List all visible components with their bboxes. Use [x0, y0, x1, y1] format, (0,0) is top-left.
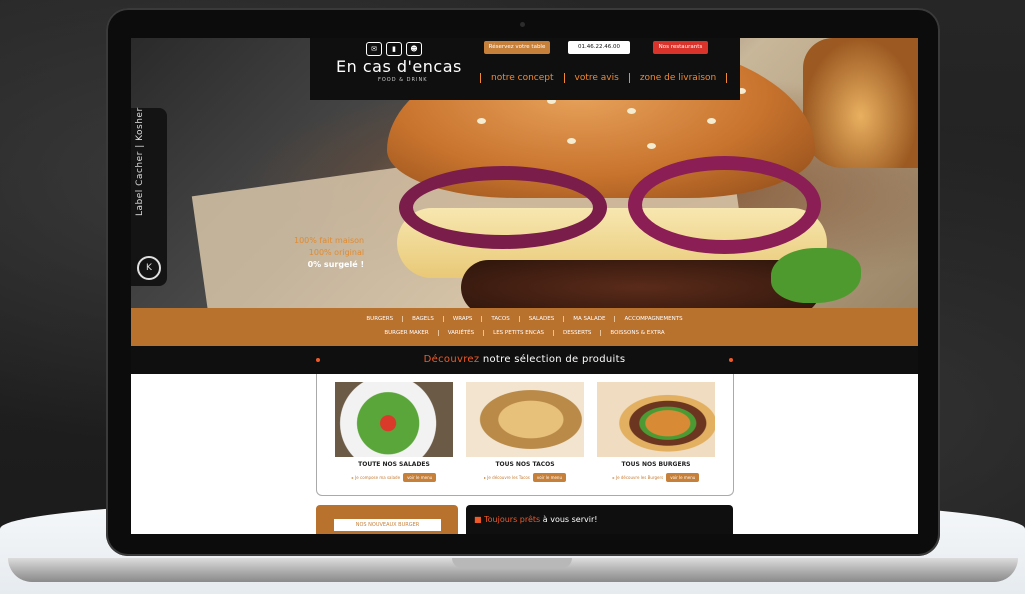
category-item[interactable]: BURGERS	[357, 316, 404, 322]
nav-zone[interactable]: zone de livraison	[628, 73, 728, 83]
product-link[interactable]: ▸ Je découvre les Burgers	[613, 475, 664, 480]
category-item[interactable]: ACCOMPAGNEMENTS	[615, 316, 691, 322]
category-item[interactable]: BAGELS	[403, 316, 444, 322]
bullet-icon	[729, 358, 733, 362]
hero-lettuce	[771, 248, 861, 303]
selection-title-accent: Découvrez	[423, 354, 480, 365]
kosher-badge-icon: K	[137, 256, 161, 280]
category-item[interactable]: SALADES	[520, 316, 565, 322]
product-caption: TOUS NOS TACOS	[495, 461, 555, 468]
category-item[interactable]: BOISSONS & EXTRA	[601, 330, 673, 336]
menu-button[interactable]: voir le menu	[403, 473, 437, 482]
menu-button[interactable]: voir le menu	[666, 473, 700, 482]
ready-to-serve-title: ■ Toujours prêts à vous servir!	[474, 515, 597, 524]
product-card-burgers[interactable]: TOUS NOS BURGERS ▸ Je découvre les Burge…	[597, 382, 715, 482]
hero-onion	[399, 166, 607, 249]
selection-title-rest: notre sélection de produits	[479, 354, 626, 365]
nav-avis[interactable]: votre avis	[563, 73, 629, 83]
category-item[interactable]: MA SALADE	[564, 316, 616, 322]
bullet-icon: ■	[474, 515, 485, 524]
tagline-line3: 0% surgelé !	[307, 260, 365, 269]
category-row: BURGER MAKER VARIÉTÉS LES PETITS ENCAS D…	[131, 330, 918, 336]
product-caption: TOUS NOS BURGERS	[621, 461, 691, 468]
category-item[interactable]: WRAPS	[444, 316, 483, 322]
selection-banner: Découvrez notre sélection de produits	[131, 346, 918, 374]
reserve-table-button[interactable]: Réservez votre table	[484, 41, 550, 54]
hero-side-burger	[803, 38, 918, 168]
hero-onion	[628, 156, 821, 254]
site-header: ✉ ▮ ☻ En cas d'encas FOOD & DRINK Réserv…	[310, 38, 740, 100]
hero-patty	[461, 260, 821, 315]
product-panel: TOUTE NOS SALADES ▸ Je compose ma salade…	[316, 374, 734, 496]
new-burgers-box: NOS NOUVEAUX BURGER	[316, 505, 458, 534]
site-logo[interactable]: En cas d'encas	[336, 57, 462, 76]
product-link-label: Je découvre les Burgers	[615, 475, 664, 480]
product-link[interactable]: ▸ Je découvre les Tacos	[484, 475, 530, 480]
salad-image[interactable]	[335, 382, 453, 457]
ready-title-rest: à vous servir!	[540, 515, 598, 524]
kosher-label-text: Label Cacher | Kosher	[135, 107, 145, 216]
phone-button[interactable]: 01.46.22.46.00	[568, 41, 630, 54]
product-link[interactable]: ▸ Je compose ma salade	[352, 475, 400, 480]
camera-icon	[520, 22, 525, 27]
product-link-label: Je compose ma salade	[355, 475, 401, 480]
new-burgers-label[interactable]: NOS NOUVEAUX BURGER	[334, 519, 441, 531]
category-item[interactable]: TACOS	[482, 316, 520, 322]
category-item[interactable]: LES PETITS ENCAS	[484, 330, 554, 336]
product-card-salads[interactable]: TOUTE NOS SALADES ▸ Je compose ma salade…	[335, 382, 453, 482]
category-row: BURGERS BAGELS WRAPS TACOS SALADES MA SA…	[131, 316, 918, 322]
product-card-tacos[interactable]: TOUS NOS TACOS ▸ Je découvre les Tacos v…	[466, 382, 584, 482]
category-item[interactable]: BURGER MAKER	[375, 330, 439, 336]
laptop-notch	[452, 558, 572, 568]
restaurants-button[interactable]: Nos restaurants	[653, 41, 708, 54]
logo-icons: ✉ ▮ ☻	[366, 42, 422, 56]
cup-icon: ▮	[386, 42, 402, 56]
hero-tagline: 100% fait maison 100% original 0% surgel…	[294, 235, 364, 271]
envelope-icon: ✉	[366, 42, 382, 56]
product-link-label: Je découvre les Tacos	[487, 475, 530, 480]
selection-title: Découvrez notre sélection de produits	[131, 354, 918, 365]
tacos-image[interactable]	[466, 382, 584, 457]
menu-button[interactable]: voir le menu	[532, 473, 567, 482]
tagline-line2: 100% original	[308, 248, 365, 257]
tagline-line1: 100% fait maison	[294, 236, 365, 245]
face-icon: ☻	[406, 42, 422, 56]
burger-image[interactable]	[597, 382, 715, 457]
category-item[interactable]: DESSERTS	[554, 330, 602, 336]
category-menu: BURGERS BAGELS WRAPS TACOS SALADES MA SA…	[131, 308, 918, 346]
main-nav: notre concept votre avis zone de livrais…	[480, 73, 728, 83]
product-caption: TOUTE NOS SALADES	[358, 461, 430, 468]
ready-title-accent: Toujours prêts	[484, 515, 541, 524]
ready-to-serve-box: ■ Toujours prêts à vous servir!	[466, 505, 733, 534]
content-area: TOUTE NOS SALADES ▸ Je compose ma salade…	[131, 374, 918, 534]
kosher-label-tab[interactable]: Label Cacher | Kosher K	[131, 107, 167, 286]
logo-subtitle: FOOD & DRINK	[378, 77, 428, 83]
nav-concept[interactable]: notre concept	[480, 73, 564, 83]
category-item[interactable]: VARIÉTÉS	[439, 330, 485, 336]
website-screen: 100% fait maison 100% original 0% surgel…	[131, 38, 918, 534]
